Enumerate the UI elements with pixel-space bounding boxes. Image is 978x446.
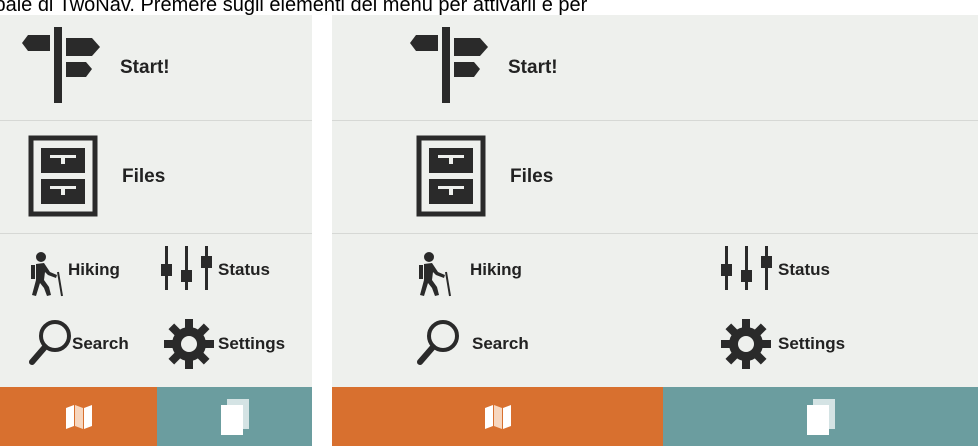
menu-item-status-label: Status <box>778 260 830 279</box>
menu-item-hiking[interactable]: Hiking <box>416 242 616 298</box>
menu-item-start[interactable]: Start! <box>0 15 312 121</box>
magnifier-icon <box>417 320 459 365</box>
signpost-icon <box>410 27 488 103</box>
map-icon <box>484 404 511 429</box>
menu-item-hiking[interactable]: Hiking <box>28 242 156 298</box>
gear-icon <box>164 319 214 369</box>
bottom-bar <box>0 387 312 446</box>
menu-item-files-label: Files <box>510 166 554 187</box>
menu-item-settings[interactable]: Settings <box>163 316 303 372</box>
sliders-icon <box>721 246 772 290</box>
menu-item-settings-label: Settings <box>778 334 846 353</box>
magnifier-icon <box>29 320 71 365</box>
menu-item-hiking-label: Hiking <box>470 260 522 279</box>
menu-item-search-label: Search <box>472 334 529 353</box>
map-icon <box>65 404 92 429</box>
menu-item-start[interactable]: Start! <box>332 15 978 121</box>
file-cabinet-icon <box>416 135 486 217</box>
menu-item-settings-label: Settings <box>218 334 286 353</box>
menu-item-files[interactable]: Files <box>0 121 312 234</box>
map-button[interactable] <box>0 387 157 446</box>
menu-item-start-label: Start! <box>508 56 558 78</box>
hiker-icon <box>31 252 63 297</box>
pages-icon <box>806 398 835 435</box>
gear-icon <box>721 319 771 369</box>
menu-item-status[interactable]: Status <box>719 242 859 298</box>
hiker-icon <box>419 252 451 297</box>
menu-item-search[interactable]: Search <box>28 316 156 372</box>
menu-item-hiking-label: Hiking <box>68 260 120 279</box>
menu-item-files[interactable]: Files <box>332 121 978 234</box>
device-screen-wide: Start! Files Hiking Status Search Settin… <box>332 15 978 446</box>
menu-item-settings[interactable]: Settings <box>720 316 880 372</box>
menu-item-search-label: Search <box>72 334 129 353</box>
bottom-bar <box>332 387 978 446</box>
map-button[interactable] <box>332 387 663 446</box>
sliders-icon <box>161 246 212 290</box>
file-cabinet-icon <box>28 135 98 217</box>
signpost-icon <box>22 27 100 103</box>
menu-item-status-label: Status <box>218 260 270 279</box>
pages-icon <box>220 398 249 435</box>
menu-item-search[interactable]: Search <box>416 316 616 372</box>
device-screen-narrow: Start! Files Hiking Status Search Settin… <box>0 15 312 446</box>
pages-button[interactable] <box>663 387 978 446</box>
pages-button[interactable] <box>157 387 312 446</box>
menu-item-start-label: Start! <box>120 56 170 78</box>
menu-item-status[interactable]: Status <box>159 242 279 298</box>
menu-item-files-label: Files <box>122 166 166 187</box>
